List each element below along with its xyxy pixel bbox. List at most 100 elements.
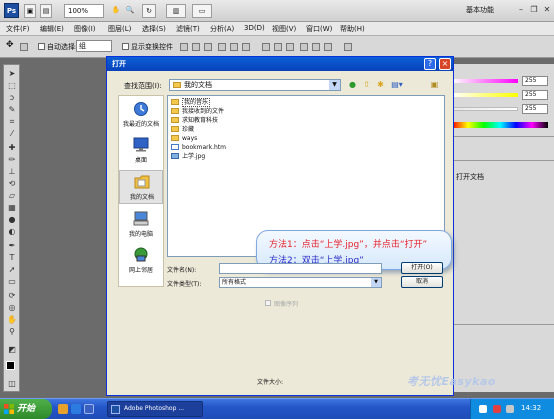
menu-edit[interactable]: 编辑(E) [40,24,64,34]
list-item[interactable]: 上学.jpg [171,152,205,161]
menu-image[interactable]: 图像(I) [74,24,96,34]
file-type-dropdown[interactable]: 所有格式 ▼ [219,277,382,288]
distribute-bottom-icon[interactable] [286,43,294,51]
new-folder-icon[interactable]: ✱ [375,80,386,91]
pen-tool-icon[interactable]: ✒ [7,241,17,250]
folder-tool-icon[interactable]: ▣ [429,80,440,91]
chevron-down-icon[interactable]: ▼ [329,80,340,90]
default-colors-icon[interactable]: ◩ [7,345,17,354]
gradient-tool-icon[interactable]: ▦ [7,203,17,212]
open-button[interactable]: 打开(O) [401,262,443,274]
type-tool-icon[interactable]: T [7,253,17,262]
distribute-top-icon[interactable] [262,43,270,51]
healing-brush-tool-icon[interactable]: ✚ [7,143,17,152]
path-selection-tool-icon[interactable]: ➚ [7,265,17,274]
eyedropper-tool-icon[interactable]: ⁄ [7,129,17,138]
view-menu-icon[interactable]: ▤▾ [389,80,405,91]
tray-icon[interactable] [479,405,487,413]
distribute-middle-icon[interactable] [274,43,282,51]
list-item[interactable]: 我接收到的文件 [171,107,224,116]
align-top-icon[interactable] [180,43,188,51]
move-tool-icon[interactable]: ✥ [6,40,14,50]
menu-filter[interactable]: 滤镜(T) [176,24,200,34]
color-slider[interactable] [452,107,518,111]
up-folder-icon[interactable]: ⇧ [361,80,372,91]
color-value-field[interactable]: 255 [522,104,548,114]
3d-rotate-tool-icon[interactable]: ⟳ [7,291,17,300]
arrange-documents-button[interactable]: ▥ [166,4,186,18]
shape-tool-icon[interactable]: ▭ [7,277,17,286]
cancel-button[interactable]: 取消 [401,276,443,288]
menu-file[interactable]: 文件(F) [6,24,30,34]
show-transform-checkbox[interactable] [122,43,129,50]
menu-layer[interactable]: 图层(L) [108,24,131,34]
menu-window[interactable]: 窗口(W) [306,24,332,34]
rotate-view-icon[interactable]: ↻ [142,4,156,18]
menu-select[interactable]: 选择(S) [142,24,166,34]
taskbar-photoshop-button[interactable]: Adobe Photoshop ... [107,401,203,417]
blur-tool-icon[interactable]: ● [7,215,17,224]
menu-view[interactable]: 视图(V) [272,24,296,34]
restore-icon[interactable]: ❐ [529,5,539,15]
foreground-color-swatch[interactable] [6,361,15,370]
back-icon[interactable]: ● [347,80,358,91]
hand-tool-icon[interactable]: ✋ [110,4,122,18]
close-icon[interactable]: ✕ [542,5,552,15]
lasso-tool-icon[interactable]: ↄ [7,93,17,102]
tray-icon[interactable] [493,405,501,413]
clone-stamp-tool-icon[interactable]: ⊥ [7,167,17,176]
color-slider[interactable] [452,79,518,83]
place-network[interactable]: 网上邻居 [119,244,163,278]
color-spectrum-bar[interactable] [452,122,548,128]
quick-mask-icon[interactable]: ◫ [7,379,17,388]
help-icon[interactable]: ? [424,58,436,70]
zoom-level-field[interactable]: 100% [64,4,104,18]
crop-tool-icon[interactable]: ⌗ [7,117,17,126]
dodge-tool-icon[interactable]: ◐ [7,227,17,236]
menu-analysis[interactable]: 分析(A) [210,24,234,34]
show-desktop-icon[interactable] [84,404,94,414]
color-value-field[interactable]: 255 [522,76,548,86]
place-desktop[interactable]: 桌面 [119,134,163,168]
align-right-icon[interactable] [242,43,250,51]
color-slider[interactable] [452,93,518,97]
quick-launch-icon[interactable] [58,404,68,414]
image-sequence-checkbox[interactable] [265,300,271,306]
marquee-tool-icon[interactable]: ⬚ [7,81,17,90]
minimize-icon[interactable]: – [516,5,526,15]
workspace-switcher[interactable]: 基本功能 [466,5,494,15]
color-value-field[interactable]: 255 [522,90,548,100]
align-middle-icon[interactable] [192,43,200,51]
auto-align-icon[interactable] [344,43,352,51]
zoom-tool-icon[interactable]: 🔍 [124,4,136,18]
menu-3d[interactable]: 3D(D) [244,24,265,32]
align-center-icon[interactable] [230,43,238,51]
close-icon[interactable]: × [439,58,451,70]
menu-help[interactable]: 帮助(H) [340,24,365,34]
volume-icon[interactable] [506,405,514,413]
place-my-documents[interactable]: 我的文档 [119,170,163,204]
screen-mode-button[interactable]: ▭ [192,4,212,18]
align-bottom-icon[interactable] [204,43,212,51]
chevron-down-icon[interactable]: ▼ [371,278,381,287]
move-tool-icon[interactable]: ➤ [7,69,17,78]
place-my-computer[interactable]: 我的电脑 [119,208,163,242]
bridge-button[interactable]: ▣ [24,4,36,18]
list-item[interactable]: 珍藏 [171,125,194,134]
distribute-left-icon[interactable] [300,43,308,51]
auto-select-checkbox[interactable] [38,43,45,50]
distribute-center-icon[interactable] [312,43,320,51]
list-item[interactable]: ways [171,134,197,143]
history-brush-tool-icon[interactable]: ⟲ [7,179,17,188]
file-list[interactable]: 我的音乐 我接收到的文件 求知教育科技 珍藏 ways bookmark.htm… [167,95,452,270]
list-item[interactable]: 求知教育科技 [171,116,218,125]
hand-tool-icon[interactable]: ✋ [7,315,17,324]
zoom-tool-icon[interactable]: ⚲ [7,327,17,336]
list-item[interactable]: bookmark.htm [171,143,226,152]
look-in-dropdown[interactable]: 我的文档 ▼ [169,79,341,91]
auto-select-dropdown[interactable]: 组 [76,40,112,52]
3d-orbit-tool-icon[interactable]: ◎ [7,303,17,312]
mini-bridge-button[interactable]: ▤ [40,4,52,18]
place-recent-documents[interactable]: 我最近的文档 [119,98,163,132]
distribute-right-icon[interactable] [324,43,332,51]
